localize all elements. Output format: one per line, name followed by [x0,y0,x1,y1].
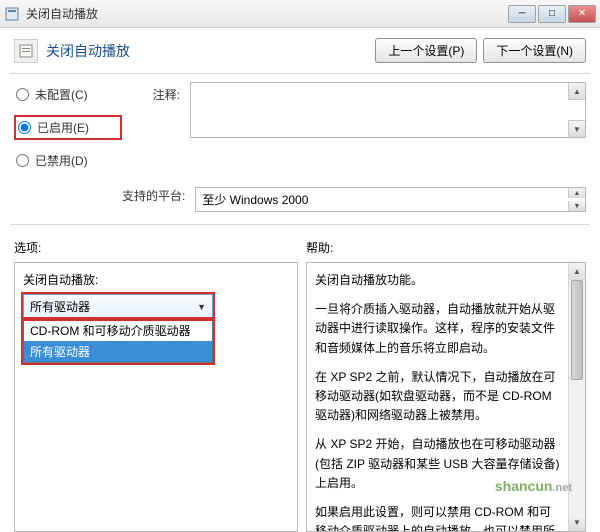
comment-row: 注释: ▲ ▼ [122,82,586,138]
watermark: shancun.net [495,478,572,494]
radio-enabled-input[interactable] [18,121,31,134]
nav-buttons: 上一个设置(P) 下一个设置(N) [375,38,586,63]
panel-labels: 选项: 帮助: [0,233,600,258]
dropdown-list: CD-ROM 和可移动介质驱动器 所有驱动器 [23,319,213,363]
close-button[interactable]: ✕ [568,5,596,23]
dropdown-item-cdrom[interactable]: CD-ROM 和可移动介质驱动器 [24,320,212,341]
options-title: 关闭自动播放: [23,271,289,288]
drive-dropdown[interactable]: 所有驱动器 ▼ [23,294,213,319]
right-column: 注释: ▲ ▼ [122,82,586,181]
comment-label: 注释: [122,82,190,138]
scroll-up-icon[interactable]: ▲ [569,263,585,280]
scroll-down-icon[interactable]: ▼ [569,514,585,531]
scrollbar-thumb[interactable] [571,280,583,380]
config-area: 未配置(C) 已启用(E) 已禁用(D) 注释: ▲ ▼ [0,82,600,187]
radio-not-configured[interactable]: 未配置(C) [14,84,122,105]
watermark-text: shancun [495,478,553,494]
scroll-down-icon[interactable]: ▼ [568,201,585,211]
platform-label: 支持的平台: [122,187,185,212]
window-controls: ─ □ ✕ [508,5,596,23]
maximize-button[interactable]: □ [538,5,566,23]
page-title: 关闭自动播放 [46,41,375,61]
window-titlebar: 关闭自动播放 ─ □ ✕ [0,0,600,28]
radio-column: 未配置(C) 已启用(E) 已禁用(D) [14,82,122,181]
watermark-suffix: .net [552,482,572,494]
help-text: 一旦将介质插入驱动器，自动播放就开始从驱动器中进行读取操作。这样，程序的安装文件… [315,300,561,358]
header-row: 关闭自动播放 上一个设置(P) 下一个设置(N) [0,28,600,71]
radio-disabled[interactable]: 已禁用(D) [14,150,122,171]
scroll-down-icon[interactable]: ▼ [568,120,585,137]
radio-not-configured-input[interactable] [16,88,29,101]
radio-disabled-input[interactable] [16,154,29,167]
prev-setting-button[interactable]: 上一个设置(P) [375,38,477,63]
help-text: 如果启用此设置，则可以禁用 CD-ROM 和可移动介质驱动器上的自动播放，也可以… [315,503,561,532]
platform-value: 至少 Windows 2000 [202,191,308,208]
platform-row: 支持的平台: 至少 Windows 2000 ▲ ▼ [0,187,600,222]
options-panel: 关闭自动播放: 所有驱动器 ▼ CD-ROM 和可移动介质驱动器 所有驱动器 [14,262,298,532]
app-icon [4,6,20,22]
window-title: 关闭自动播放 [26,5,508,22]
comment-textarea[interactable]: ▲ ▼ [190,82,586,138]
chevron-down-icon: ▼ [197,302,206,312]
dropdown-item-all[interactable]: 所有驱动器 [24,341,212,362]
minimize-button[interactable]: ─ [508,5,536,23]
next-setting-button[interactable]: 下一个设置(N) [483,38,586,63]
scroll-up-icon[interactable]: ▲ [568,188,585,198]
platform-box: 至少 Windows 2000 ▲ ▼ [195,187,586,212]
scroll-up-icon[interactable]: ▲ [568,83,585,100]
radio-enabled-label: 已启用(E) [37,119,89,136]
policy-icon [14,39,38,63]
options-label: 选项: [14,239,306,256]
radio-not-configured-label: 未配置(C) [35,86,88,103]
help-text: 在 XP SP2 之前，默认情况下，自动播放在可移动驱动器(如软盘驱动器，而不是… [315,368,561,426]
help-text: 关闭自动播放功能。 [315,271,561,290]
dropdown-selected: 所有驱动器 [30,298,90,315]
divider [10,224,590,225]
radio-enabled[interactable]: 已启用(E) [14,115,122,140]
help-label: 帮助: [306,239,586,256]
radio-disabled-label: 已禁用(D) [35,152,88,169]
divider [10,73,590,74]
